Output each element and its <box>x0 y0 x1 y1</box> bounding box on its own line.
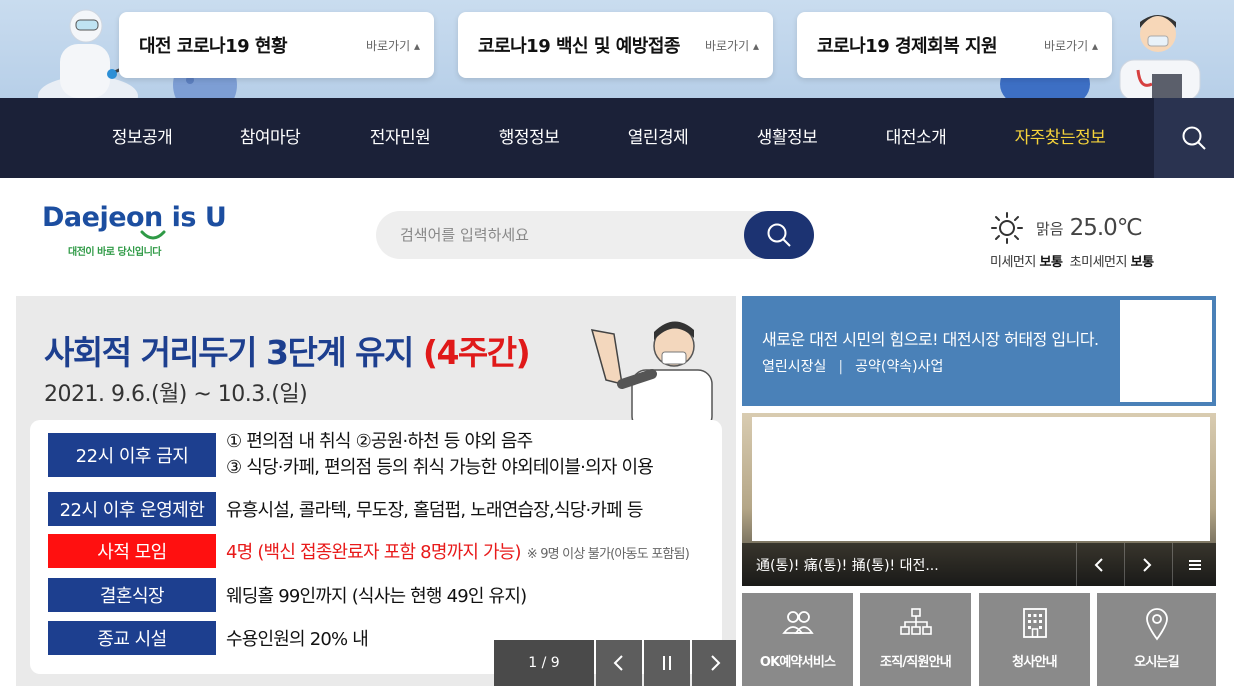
weather-condition: 맑음 <box>1036 219 1064 238</box>
logo-smile-icon <box>140 230 166 240</box>
org-chart-icon <box>899 608 932 635</box>
gnb-item-participation[interactable]: 참여마당 <box>210 98 330 178</box>
rule-text: 웨딩홀 99인까지 (식사는 현행 49인 유지) <box>226 586 527 607</box>
distancing-rules-panel: 22시 이후 금지 ① 편의점 내 취식 ②공원·하천 등 야외 음주 ③ 식당… <box>30 420 722 674</box>
go-link[interactable]: 바로가기 ▴ <box>1044 37 1098 54</box>
quick-link-title: 대전 코로나19 현황 <box>139 36 288 57</box>
rule-row: 22시 이후 금지 ① 편의점 내 취식 ②공원·하천 등 야외 음주 ③ 식당… <box>48 431 654 481</box>
gnb-item-admin-info[interactable]: 행정정보 <box>469 98 589 178</box>
site-logo[interactable]: Daejeon is U 대전이 바로 당신입니다 <box>42 202 227 258</box>
rule-row: 결혼식장 웨딩홀 99인까지 (식사는 현행 49인 유지) <box>48 578 527 612</box>
doctor-illustration <box>1119 15 1201 98</box>
arrow-up-icon: ▴ <box>413 38 420 53</box>
arrow-up-icon: ▴ <box>1091 38 1098 53</box>
pledge-link[interactable]: 공약(약속)사업 <box>855 359 943 375</box>
mayor-links: 열린시장실 | 공약(약속)사업 <box>762 359 944 375</box>
people-icon <box>781 611 814 634</box>
pause-icon <box>663 656 671 670</box>
service-label: 오시는길 <box>1134 655 1179 670</box>
service-directions[interactable]: 오시는길 <box>1097 593 1216 686</box>
gnb-item-life-info[interactable]: 생활정보 <box>727 98 847 178</box>
slide-counter: 1 / 9 <box>494 640 594 686</box>
service-building-guide[interactable]: 청사안내 <box>979 593 1090 686</box>
search-box <box>376 211 814 259</box>
building-icon <box>1022 608 1047 638</box>
banner-date: 2021. 9.6.(월) ~ 10.3.(일) <box>44 382 308 407</box>
search-icon <box>1182 126 1206 150</box>
rule-row: 사적 모임 4명 (백신 접종완료자 포함 8명까지 가능) ※ 9명 이상 불가… <box>48 534 690 568</box>
mayor-box[interactable]: 새로운 대전 시민의 힘으로! 대전시장 허태정 입니다. 열린시장실 | 공약(약… <box>742 296 1216 406</box>
rule-label: 종교 시설 <box>48 621 216 655</box>
service-ok-reservation[interactable]: OK예약서비스 <box>742 593 853 686</box>
official-person-illustration <box>590 321 713 420</box>
logo-slogan: 대전이 바로 당신입니다 <box>68 247 161 258</box>
rule-text: 수용인원의 20% 내 <box>226 629 369 650</box>
rule-label: 22시 이후 운영제한 <box>48 492 216 526</box>
go-link[interactable]: 바로가기 ▴ <box>705 37 759 54</box>
sun-icon <box>991 212 1023 244</box>
search-icon <box>767 223 791 247</box>
chevron-right-icon <box>711 655 721 671</box>
chevron-left-icon <box>1094 557 1103 572</box>
quick-link-title: 코로나19 경제회복 지원 <box>817 36 998 57</box>
chevron-left-icon <box>613 655 623 671</box>
rule-label: 결혼식장 <box>48 578 216 612</box>
news-image <box>752 417 1210 541</box>
news-prev-button[interactable] <box>1076 543 1120 586</box>
service-label: OK예약서비스 <box>759 655 836 670</box>
search-button[interactable] <box>744 211 814 259</box>
news-caption-bar: 通(통)! 痛(통)! 捅(통)! 대전... <box>742 543 1216 586</box>
rule-text: 4명 (백신 접종완료자 포함 8명까지 가능) ※ 9명 이상 불가(아동도 포… <box>226 542 690 563</box>
weather-temperature: 25.0℃ <box>1069 215 1143 241</box>
gnb-item-e-civil[interactable]: 전자민원 <box>340 98 460 178</box>
mayor-photo <box>1120 300 1212 402</box>
location-pin-icon <box>1145 608 1168 641</box>
service-label: 조직/직원안내 <box>880 655 952 670</box>
gnb-item-open-economy[interactable]: 열린경제 <box>598 98 718 178</box>
air-quality: 미세먼지 보통 초미세먼지 보통 <box>990 255 1154 270</box>
gnb-search-button[interactable] <box>1154 98 1234 178</box>
news-next-button[interactable] <box>1124 543 1168 586</box>
rule-note: ※ 9명 이상 불가(아동도 포함됨) <box>526 547 690 562</box>
chevron-right-icon <box>1142 557 1151 572</box>
menu-icon <box>1188 559 1201 570</box>
banner-slider-controls: 1 / 9 <box>494 640 736 686</box>
service-org-directory[interactable]: 조직/직원안내 <box>860 593 971 686</box>
gnb-item-about-daejeon[interactable]: 대전소개 <box>856 98 976 178</box>
gnb-item-frequent-info[interactable]: 자주찾는정보 <box>1000 98 1120 178</box>
news-menu-button[interactable] <box>1172 543 1216 586</box>
quick-link-title: 코로나19 백신 및 예방접종 <box>478 36 680 57</box>
top-banner: 대전 코로나19 현황 바로가기 ▴ 코로나19 백신 및 예방접종 바로가기 … <box>0 0 1234 98</box>
global-nav: 정보공개 참여마당 전자민원 행정정보 열린경제 생활정보 대전소개 자주찾는정… <box>0 98 1234 178</box>
logo-text: Daejeon is U <box>42 202 227 233</box>
quick-link-economic-support[interactable]: 코로나19 경제회복 지원 바로가기 ▴ <box>797 12 1112 78</box>
rule-text: 유흥시설, 콜라텍, 무도장, 홀덤펍, 노래연습장,식당·카페 등 <box>226 500 643 521</box>
weather-widget: 맑음 25.0℃ 미세먼지 보통 초미세먼지 보통 <box>990 208 1190 270</box>
rule-row: 22시 이후 운영제한 유흥시설, 콜라텍, 무도장, 홀덤펍, 노래연습장,식… <box>48 492 643 526</box>
go-link[interactable]: 바로가기 ▴ <box>366 37 420 54</box>
main-banner-slide[interactable]: 사회적 거리두기 3단계 유지 (4주간) 2021. 9.6.(월) ~ 10… <box>16 296 736 686</box>
quick-link-vaccine[interactable]: 코로나19 백신 및 예방접종 바로가기 ▴ <box>458 12 773 78</box>
pause-slide-button[interactable] <box>644 640 690 686</box>
news-slider[interactable]: 通(통)! 痛(통)! 捅(통)! 대전... <box>742 413 1216 586</box>
rule-row: 종교 시설 수용인원의 20% 내 <box>48 621 369 655</box>
arrow-up-icon: ▴ <box>752 38 759 53</box>
rule-label: 22시 이후 금지 <box>48 433 216 477</box>
mayor-title: 새로운 대전 시민의 힘으로! 대전시장 허태정 입니다. <box>762 330 1099 349</box>
banner-title: 사회적 거리두기 3단계 유지 (4주간) <box>44 333 531 372</box>
rule-label: 사적 모임 <box>48 534 216 568</box>
prev-slide-button[interactable] <box>596 640 642 686</box>
gnb-item-info-disclosure[interactable]: 정보공개 <box>82 98 202 178</box>
next-slide-button[interactable] <box>692 640 736 686</box>
rule-text: ① 편의점 내 취식 ②공원·하천 등 야외 음주 ③ 식당·카페, 편의점 등… <box>226 431 654 478</box>
quick-link-covid-status[interactable]: 대전 코로나19 현황 바로가기 ▴ <box>119 12 434 78</box>
mayor-office-link[interactable]: 열린시장실 <box>762 359 826 375</box>
service-label: 청사안내 <box>1012 655 1057 670</box>
news-caption[interactable]: 通(통)! 痛(통)! 捅(통)! 대전... <box>756 555 939 575</box>
search-input[interactable] <box>400 211 740 259</box>
